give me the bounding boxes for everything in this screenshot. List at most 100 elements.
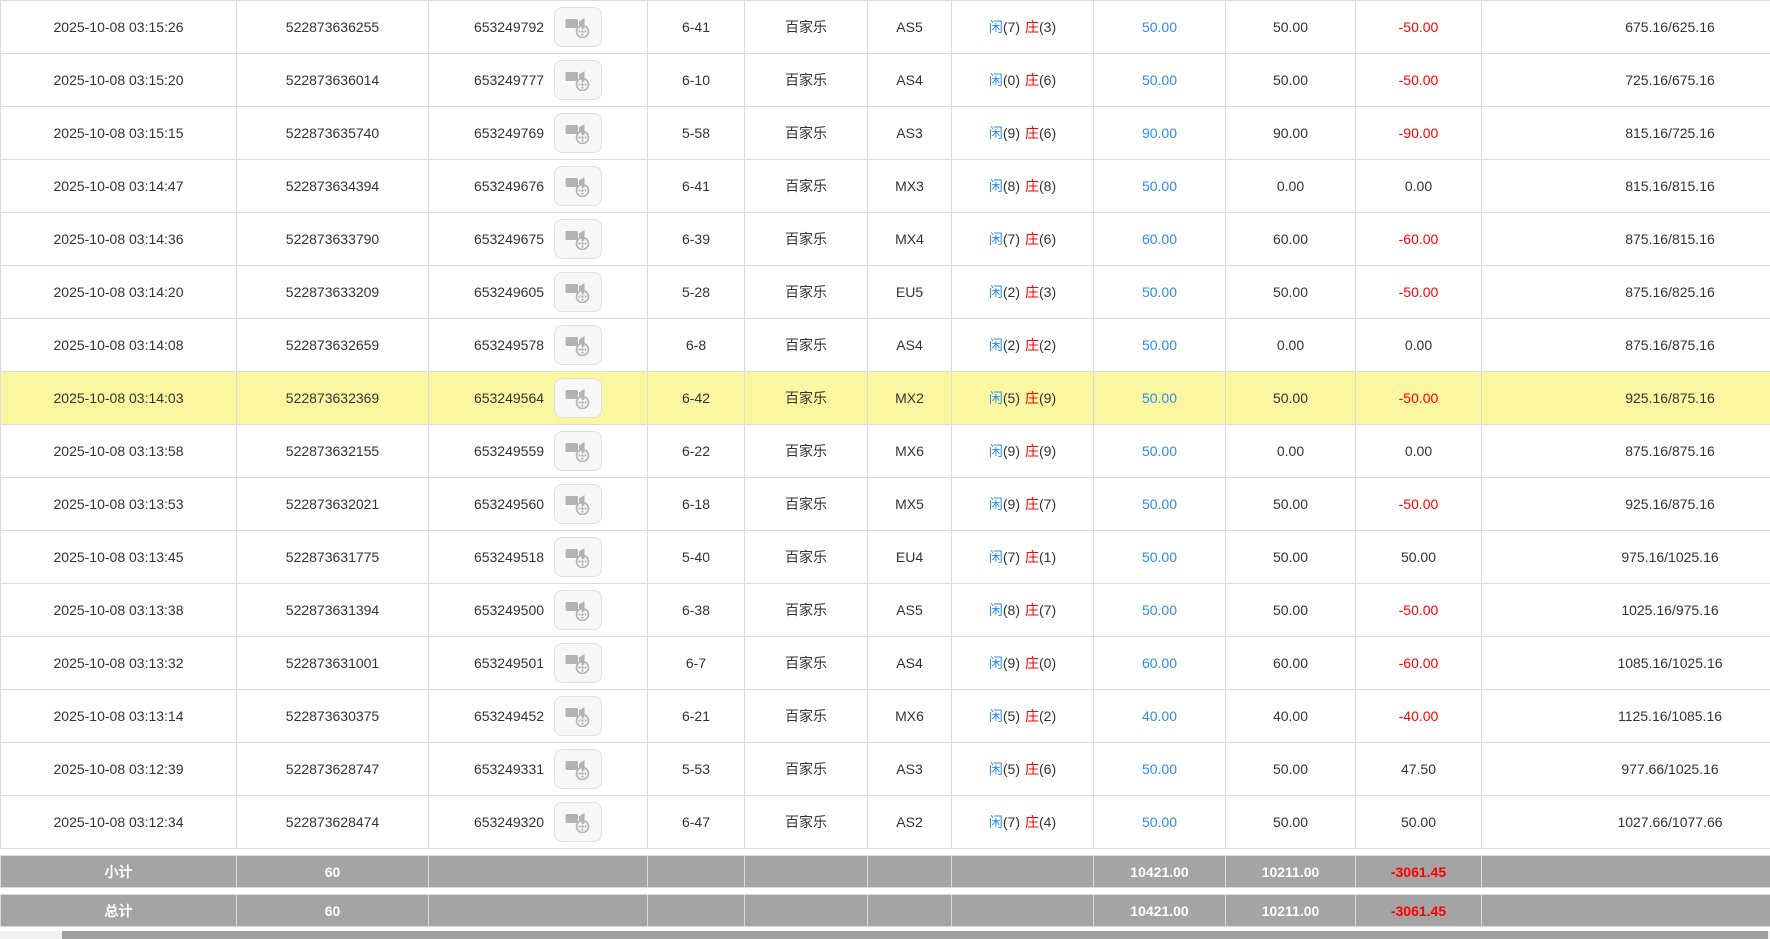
round-id-content: 653249605: [430, 272, 647, 312]
table-row: 2025-10-08 03:15:15 522873635740 653249769…: [0, 106, 1770, 160]
valid-bet-cell: 40.00: [1225, 689, 1356, 743]
player-result-label: 闲: [988, 602, 1003, 618]
shoe-round-cell: 6-10: [647, 53, 745, 107]
table-row: 2025-10-08 03:15:26 522873636255 653249792…: [0, 0, 1770, 54]
valid-bet-cell: 50.00: [1225, 53, 1356, 107]
banker-result-score: (2): [1039, 708, 1057, 724]
order-id-cell: 522873631775: [236, 530, 429, 584]
round-id-text: 653249676: [473, 178, 545, 194]
balance-cell: 1085.16/1025.16: [1481, 636, 1770, 690]
video-replay-button[interactable]: [554, 431, 603, 471]
order-id-cell: 522873632369: [236, 371, 429, 425]
player-result-score: (9): [1002, 443, 1020, 459]
video-replay-button[interactable]: [554, 590, 603, 630]
video-replay-button[interactable]: [554, 378, 603, 418]
bet-time-cell: 2025-10-08 03:12:34: [0, 795, 237, 849]
result-cell: 闲(8) 庄(8): [951, 159, 1094, 213]
video-replay-button[interactable]: [554, 219, 603, 259]
video-replay-button[interactable]: [554, 643, 603, 683]
round-id-text: 653249777: [473, 72, 545, 88]
bet-time-cell: 2025-10-08 03:14:47: [0, 159, 237, 213]
banker-result-score: (8): [1039, 178, 1057, 194]
balance-cell: 925.16/875.16: [1481, 477, 1770, 531]
bet-amount-cell: 50.00: [1093, 424, 1226, 478]
video-replay-button[interactable]: [554, 272, 603, 312]
subtotal-table-row: 小计 60 10421.00 10211.00 -3061.45: [0, 855, 1770, 888]
round-id-text: 653249320: [473, 814, 545, 830]
shoe-round-cell: 6-41: [647, 159, 745, 213]
video-replay-button[interactable]: [554, 749, 603, 789]
table-name-cell: EU5: [867, 265, 952, 319]
game-name-cell: 百家乐: [744, 371, 868, 425]
video-replay-icon: [565, 758, 591, 780]
result-cell: 闲(5) 庄(9): [951, 371, 1094, 425]
video-replay-button[interactable]: [554, 113, 603, 153]
balance-cell: 875.16/825.16: [1481, 265, 1770, 319]
table-row: 2025-10-08 03:13:38 522873631394 653249500…: [0, 583, 1770, 637]
round-id-cell: 653249518: [428, 530, 648, 584]
bet-records-area: 2025-10-08 03:15:26 522873636255 653249792…: [0, 0, 1770, 927]
win-loss-cell: -50.00: [1355, 583, 1482, 637]
video-replay-icon: [565, 334, 591, 356]
shoe-round-cell: 6-18: [647, 477, 745, 531]
round-id-content: 653249500: [430, 590, 647, 630]
balance-cell: 1025.16/975.16: [1481, 583, 1770, 637]
video-replay-button[interactable]: [554, 7, 603, 47]
table-row: 2025-10-08 03:14:08 522873632659 653249578…: [0, 318, 1770, 372]
video-replay-button[interactable]: [554, 802, 603, 842]
order-id-cell: 522873634394: [236, 159, 429, 213]
result-cell: 闲(7) 庄(1): [951, 530, 1094, 584]
video-replay-button[interactable]: [554, 166, 603, 206]
bet-time-cell: 2025-10-08 03:14:20: [0, 265, 237, 319]
table-name-cell: AS3: [867, 742, 952, 796]
banker-result-label: 庄: [1025, 602, 1039, 618]
horizontal-scrollbar-thumb[interactable]: [62, 931, 1768, 939]
video-replay-icon: [565, 228, 591, 250]
order-id-cell: 522873636014: [236, 53, 429, 107]
bet-time-cell: 2025-10-08 03:13:38: [0, 583, 237, 637]
round-id-content: 653249452: [430, 696, 647, 736]
table-row: 2025-10-08 03:14:20 522873633209 653249605…: [0, 265, 1770, 319]
video-replay-button[interactable]: [554, 696, 603, 736]
bet-amount-cell: 50.00: [1093, 742, 1226, 796]
round-id-text: 653249792: [473, 19, 545, 35]
banker-result-label: 庄: [1025, 390, 1039, 406]
win-loss-cell: -50.00: [1355, 265, 1482, 319]
round-id-text: 653249564: [473, 390, 545, 406]
valid-bet-cell: 50.00: [1225, 0, 1356, 54]
banker-result-label: 庄: [1025, 72, 1039, 88]
balance-cell: 815.16/725.16: [1481, 106, 1770, 160]
player-result-score: (7): [1002, 231, 1020, 247]
total-count: 60: [236, 894, 429, 927]
video-replay-button[interactable]: [554, 325, 603, 365]
valid-bet-cell: 50.00: [1225, 795, 1356, 849]
video-replay-button[interactable]: [554, 537, 603, 577]
summary-empty-cell: [951, 894, 1094, 927]
video-replay-button[interactable]: [554, 484, 603, 524]
player-result-label: 闲: [988, 178, 1003, 194]
banker-result-score: (2): [1039, 337, 1057, 353]
bet-time-cell: 2025-10-08 03:12:39: [0, 742, 237, 796]
balance-cell: 725.16/675.16: [1481, 53, 1770, 107]
video-replay-icon: [565, 546, 591, 568]
player-result-label: 闲: [988, 125, 1003, 141]
round-id-content: 653249331: [430, 749, 647, 789]
table-name-cell: AS5: [867, 583, 952, 637]
round-id-content: 653249559: [430, 431, 647, 471]
balance-cell: 977.66/1025.16: [1481, 742, 1770, 796]
summary-empty-cell: [1481, 894, 1770, 927]
player-result-score: (2): [1002, 284, 1020, 300]
horizontal-scrollbar[interactable]: [0, 931, 1770, 939]
shoe-round-cell: 6-39: [647, 212, 745, 266]
round-id-cell: 653249769: [428, 106, 648, 160]
video-replay-icon: [565, 599, 591, 621]
summary-empty-cell: [428, 855, 648, 888]
balance-cell: 925.16/875.16: [1481, 371, 1770, 425]
video-replay-button[interactable]: [554, 60, 603, 100]
valid-bet-cell: 60.00: [1225, 212, 1356, 266]
result-cell: 闲(9) 庄(9): [951, 424, 1094, 478]
summary-empty-cell: [647, 894, 745, 927]
summary-empty-cell: [951, 855, 1094, 888]
round-id-content: 653249560: [430, 484, 647, 524]
table-row: 2025-10-08 03:14:47 522873634394 653249676…: [0, 159, 1770, 213]
